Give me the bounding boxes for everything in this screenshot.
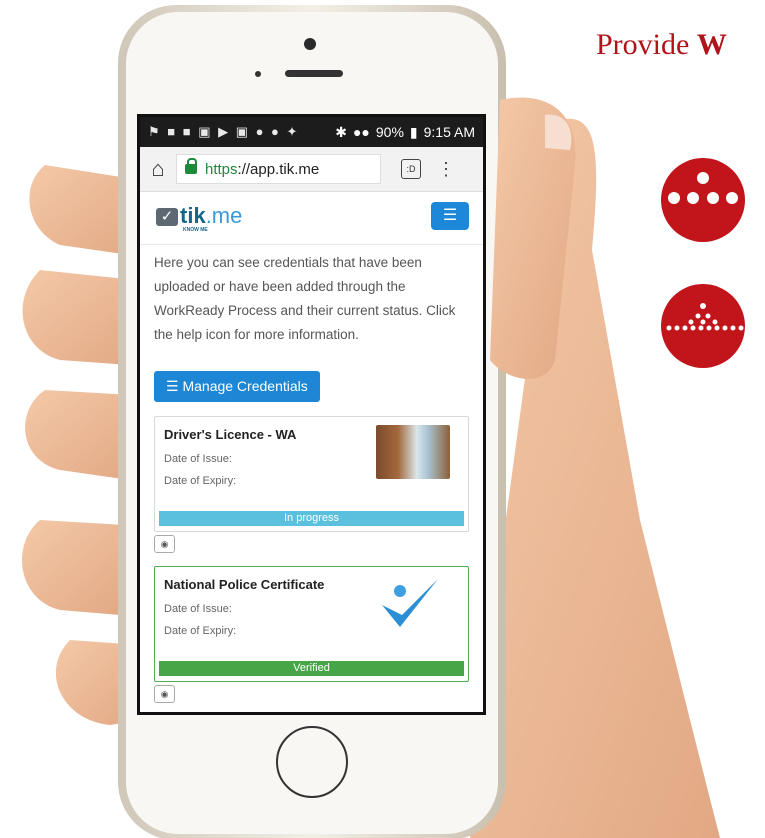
menu-icon: ☰ [442, 207, 458, 224]
logo-text: tik.me [180, 203, 243, 228]
credential-title: National Police Certificate [164, 577, 325, 592]
network-circle-icon [661, 284, 745, 368]
clock: 9:15 AM [423, 124, 475, 140]
home-icon[interactable]: ⌂ [140, 156, 176, 182]
url-scheme: https [205, 160, 238, 178]
check-logo-icon: ✓ [156, 208, 178, 226]
signal-icon: ●● [352, 124, 370, 140]
licence-thumbnail[interactable] [376, 425, 450, 479]
credentials-section: Here you can see credentials that have b… [140, 245, 483, 703]
phone-screen: ⚑ ■ ■ ▣ ▶ ▣ ● ● ✦ ✱ ●● 90% ▮ 9:15 AM ⌂ h… [140, 117, 483, 712]
date-of-issue-label: Date of Issue: [164, 453, 232, 465]
credential-card[interactable]: National Police Certificate Date of Issu… [154, 566, 469, 682]
date-of-expiry-label: Date of Expiry: [164, 625, 237, 637]
dots-circle-icon [661, 158, 745, 242]
notification-icons: ⚑ ■ ■ ▣ ▶ ▣ ● ● ✦ [148, 124, 300, 139]
battery-icon: ▮ [409, 123, 418, 140]
logo-tagline: KNOW ME [183, 227, 208, 233]
browser-toolbar: ⌂ https ://app.tik.me :D ⋮ [140, 147, 483, 192]
verified-check-icon [382, 579, 438, 627]
marketing-headline: Provide W [596, 28, 727, 62]
address-bar[interactable]: https ://app.tik.me [176, 154, 381, 184]
hide-eye-icon[interactable]: ◉ [154, 685, 175, 703]
app-header: ✓ tik.me KNOW ME ☰ [140, 192, 483, 245]
list-icon: ☰ [166, 378, 179, 394]
manage-credentials-button[interactable]: ☰ Manage Credentials [154, 371, 320, 402]
more-options-icon[interactable]: ⋮ [437, 159, 455, 180]
status-badge: In progress [159, 511, 464, 526]
credentials-description: Here you can see credentials that have b… [154, 255, 456, 342]
logo-main: tik [180, 203, 206, 228]
credential-title: Driver's Licence - WA [164, 427, 297, 442]
tikme-logo[interactable]: ✓ tik.me KNOW ME [156, 203, 243, 233]
date-of-expiry-label: Date of Expiry: [164, 475, 237, 487]
battery-level: 90% [375, 124, 404, 140]
status-badge: Verified [159, 661, 464, 676]
menu-button[interactable]: ☰ [431, 202, 469, 230]
tab-switcher-icon[interactable]: :D [401, 159, 421, 179]
headline-prefix: Provide [596, 28, 697, 61]
credential-card[interactable]: Driver's Licence - WA Date of Issue: Dat… [154, 416, 469, 532]
manage-credentials-label: Manage Credentials [182, 378, 308, 394]
logo-suffix: .me [205, 203, 243, 228]
lock-icon [185, 158, 197, 174]
hide-eye-icon[interactable]: ◉ [154, 535, 175, 553]
bluetooth-icon: ✱ [335, 123, 347, 140]
headline-bold: W [696, 28, 727, 61]
status-bar: ⚑ ■ ■ ▣ ▶ ▣ ● ● ✦ ✱ ●● 90% ▮ 9:15 AM [140, 117, 483, 147]
url-host: ://app.tik.me [237, 160, 320, 178]
status-right: ✱ ●● 90% ▮ 9:15 AM [335, 124, 475, 141]
date-of-issue-label: Date of Issue: [164, 603, 232, 615]
